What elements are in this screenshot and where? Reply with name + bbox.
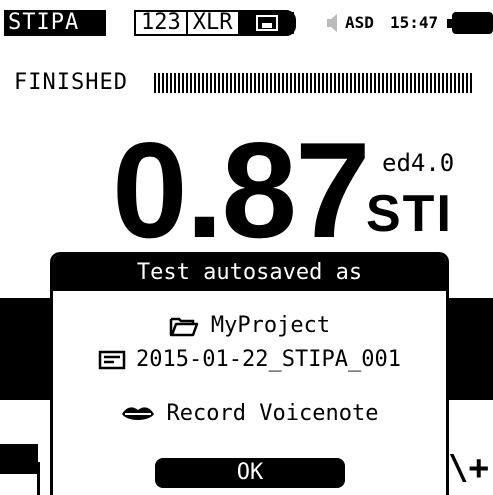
lips-icon [121, 407, 154, 420]
result-block-right [445, 298, 493, 400]
ok-button[interactable]: OK [155, 458, 345, 488]
folder-open-icon [169, 317, 199, 337]
file-icon [98, 350, 126, 370]
filename-row: 2015-01-22_STIPA_001 [53, 347, 446, 373]
standard-edition: ed4.0 [382, 149, 455, 177]
result-block-left [0, 298, 54, 400]
graph-axis-line [37, 462, 40, 495]
mode-label: STIPA [4, 10, 106, 36]
dialog-title: Test autosaved as [53, 255, 446, 291]
save-tab[interactable] [239, 12, 294, 34]
file-name: 2015-01-22_STIPA_001 [136, 347, 401, 372]
record-voicenote-label[interactable]: Record Voicenote [167, 401, 379, 427]
measurement-status: FINISHED [14, 70, 128, 95]
autosave-dialog: Test autosaved as MyProject 2015-01-22_S… [50, 252, 449, 495]
save-icon [255, 15, 278, 31]
unit-label: STI [366, 185, 453, 243]
input-tabs: 123 XLR [134, 10, 296, 36]
battery-icon [447, 12, 493, 34]
tab-xlr[interactable]: XLR [188, 12, 240, 34]
speaker-icon [327, 14, 337, 32]
sti-value: 0.87 [112, 114, 371, 266]
voicenote-row[interactable]: Record Voicenote [53, 401, 446, 427]
graph-block-left [0, 444, 38, 474]
project-name: MyProject [210, 313, 331, 338]
progress-bar [154, 73, 472, 93]
clock: 15:47 [390, 13, 439, 32]
project-row: MyProject [53, 313, 446, 339]
status-bar: STIPA 123 XLR ASD 15:47 [0, 0, 493, 44]
zoom-plus-icon[interactable]: \+ [448, 448, 489, 488]
asd-indicator: ASD [345, 13, 374, 32]
tab-123[interactable]: 123 [136, 12, 188, 34]
